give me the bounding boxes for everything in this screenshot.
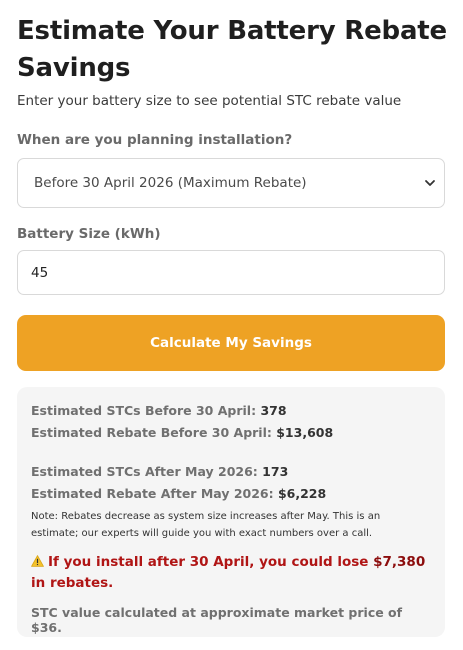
stcs-before-row: Estimated STCs Before 30 April: 378	[31, 403, 431, 418]
rebate-note: Note: Rebates decrease as system size in…	[31, 511, 381, 539]
page-title: Estimate Your Battery Rebate Savings	[17, 13, 457, 87]
installation-timing-select[interactable]: Before 30 April 2026 (Maximum Rebate)	[17, 158, 445, 208]
page-subtitle: Enter your battery size to see potential…	[17, 93, 402, 109]
rebate-after-value: $6,228	[277, 486, 327, 501]
stcs-before-label: Estimated STCs Before 30 April:	[31, 403, 257, 418]
rebate-after-row: Estimated Rebate After May 2026: $6,228	[31, 486, 431, 501]
warning-text-suffix: in rebates.	[31, 575, 114, 591]
stcs-after-row: Estimated STCs After May 2026: 173	[31, 464, 431, 479]
rebate-before-row: Estimated Rebate Before 30 April: $13,60…	[31, 425, 431, 440]
installation-timing-selected-value: Before 30 April 2026 (Maximum Rebate)	[34, 175, 307, 191]
installation-timing-label: When are you planning installation?	[17, 132, 293, 148]
rebate-loss-warning: If you install after 30 April, you could…	[31, 552, 431, 594]
stcs-after-value: 173	[262, 464, 289, 479]
battery-size-input[interactable]	[17, 250, 445, 295]
stc-price-note: STC value calculated at approximate mark…	[31, 605, 403, 635]
page-title-line-2: Savings	[17, 53, 131, 83]
warning-text-prefix: If you install after 30 April, you could…	[48, 554, 369, 570]
page-title-line-1: Estimate Your Battery Rebate	[17, 16, 447, 46]
results-panel: Estimated STCs Before 30 April: 378 Esti…	[17, 387, 445, 637]
stcs-after-label: Estimated STCs After May 2026:	[31, 464, 258, 479]
chevron-down-icon	[425, 180, 435, 186]
rebate-after-label: Estimated Rebate After May 2026:	[31, 486, 274, 501]
calculate-savings-button[interactable]: Calculate My Savings	[17, 315, 445, 371]
stcs-before-value: 378	[260, 403, 287, 418]
rebate-before-label: Estimated Rebate Before 30 April:	[31, 425, 272, 440]
rebate-before-value: $13,608	[276, 425, 334, 440]
warning-icon	[31, 555, 44, 567]
battery-size-label: Battery Size (kWh)	[17, 226, 161, 242]
warning-loss-amount: $7,380	[373, 554, 426, 570]
